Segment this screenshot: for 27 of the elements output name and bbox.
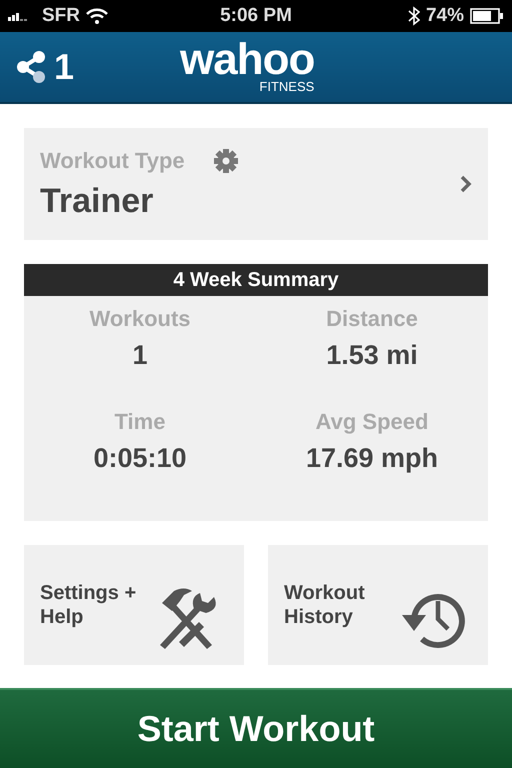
battery-percent: 74% xyxy=(426,5,464,27)
stat-label: Time xyxy=(114,408,166,434)
carrier-name: SFR xyxy=(42,5,80,27)
share-icon xyxy=(14,50,48,84)
wifi-icon xyxy=(86,8,108,24)
settings-tile[interactable]: Settings + Help xyxy=(24,545,244,665)
clock-time: 5:06 PM xyxy=(220,5,292,27)
stat-label: Avg Speed xyxy=(316,408,428,434)
workout-type-card[interactable]: Workout Type Trainer xyxy=(24,128,488,240)
battery-icon xyxy=(470,8,504,24)
stat-value: 1.53 mi xyxy=(326,340,418,371)
start-workout-button[interactable]: Start Workout xyxy=(0,688,512,768)
history-tile[interactable]: Workout History xyxy=(268,545,488,665)
workout-type-label: Workout Type xyxy=(40,148,185,174)
stat-label: Workouts xyxy=(89,306,191,332)
settings-icon xyxy=(212,148,239,174)
stat-value: 1 xyxy=(132,340,148,371)
share-button[interactable]: 1 xyxy=(0,46,74,88)
stat-label: Distance xyxy=(326,306,418,332)
bluetooth-icon xyxy=(408,6,420,26)
workout-type-value: Trainer xyxy=(40,182,154,220)
stat-value: 17.69 mph xyxy=(306,442,438,474)
stat-value: 0:05:10 xyxy=(93,442,187,474)
logo-subtitle: FITNESS xyxy=(259,80,314,94)
logo-wordmark: wahoo xyxy=(180,40,314,80)
chevron-icon xyxy=(460,175,472,193)
summary-title: 4 Week Summary xyxy=(24,264,488,296)
